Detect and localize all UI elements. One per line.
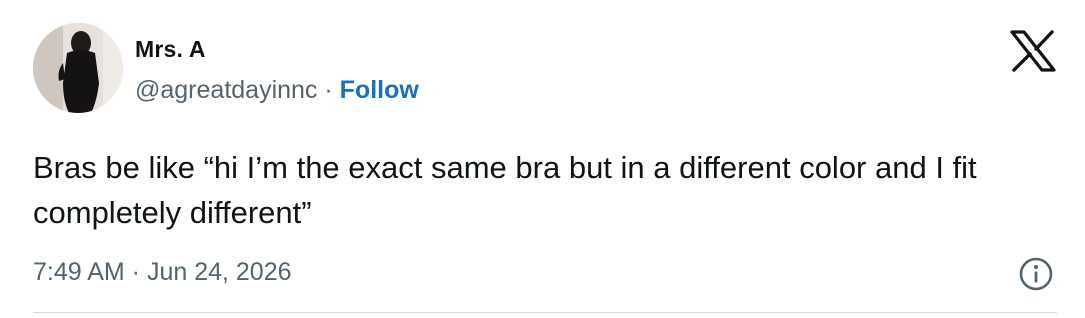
handle-separator: · [324,76,333,104]
author-display-name[interactable]: Mrs. A [135,36,206,63]
avatar-photo [33,23,123,113]
divider [33,312,1057,313]
follow-button[interactable]: Follow [340,76,419,104]
x-logo-icon[interactable] [1009,30,1057,72]
tweet-timestamp[interactable]: 7:49 AM · Jun 24, 2026 [33,258,292,287]
info-icon[interactable] [1018,256,1054,292]
avatar[interactable] [33,23,123,113]
tweet-text: Bras be like “hi I’m the exact same bra … [33,150,977,230]
author-handle[interactable]: @agreatdayinnc [135,76,317,104]
tweet-card: Mrs. A @agreatdayinnc · Follow Bras be l… [0,0,1085,318]
author-handle-row: @agreatdayinnc · Follow [135,76,419,105]
